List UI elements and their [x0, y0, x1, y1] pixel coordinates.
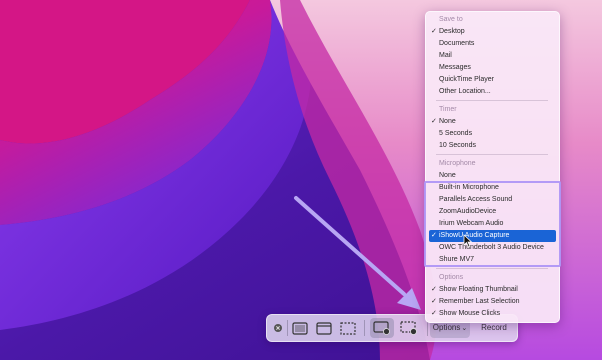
record-selection-button[interactable]: [397, 318, 421, 338]
record-selection-icon: [400, 321, 417, 335]
menu-item-other-location[interactable]: Other Location...: [429, 86, 556, 98]
menu-item-built-in-microphone[interactable]: Built-in Microphone: [429, 182, 556, 194]
close-icon: [274, 324, 282, 332]
record-entire-screen-button[interactable]: [370, 318, 394, 338]
menu-item-label: Built-in Microphone: [439, 184, 499, 191]
checkmark-icon: ✓: [431, 298, 437, 305]
close-button[interactable]: [271, 318, 285, 338]
menu-header-microphone: Microphone: [439, 160, 476, 167]
mouse-cursor-icon: [463, 234, 473, 248]
menu-header-timer: Timer: [439, 106, 457, 113]
checkmark-icon: ✓: [431, 310, 437, 317]
menu-item-documents[interactable]: Documents: [429, 38, 556, 50]
menu-item-label: QuickTime Player: [439, 76, 494, 83]
menu-item-label: Other Location...: [439, 88, 491, 95]
record-screen-icon: [373, 321, 390, 335]
menu-item-owc-thunderbolt-3-audio-device[interactable]: OWC Thunderbolt 3 Audio Device: [429, 242, 556, 254]
capture-entire-screen-button[interactable]: [289, 318, 311, 338]
menu-item-remember-last-selection[interactable]: ✓ Remember Last Selection: [429, 296, 556, 308]
checkmark-icon: ✓: [431, 118, 437, 125]
menu-item-show-mouse-clicks[interactable]: ✓ Show Mouse Clicks: [429, 308, 556, 320]
menu-item-label: Shure MV7: [439, 256, 475, 263]
menu-item-irium-webcam-audio[interactable]: Irium Webcam Audio: [429, 218, 556, 230]
menu-item-quicktime-player[interactable]: QuickTime Player: [429, 74, 556, 86]
screen-icon: [292, 321, 308, 335]
menu-item-label: 10 Seconds: [439, 142, 476, 149]
menu-item-label: OWC Thunderbolt 3 Audio Device: [439, 244, 544, 251]
capture-selection-button[interactable]: [337, 318, 359, 338]
checkmark-icon: ✓: [431, 232, 437, 239]
menu-header-save-to: Save to: [439, 16, 463, 23]
menu-item-mic-none[interactable]: None: [429, 170, 556, 182]
checkmark-icon: ✓: [431, 286, 437, 293]
menu-item-label: Irium Webcam Audio: [439, 220, 504, 227]
menu-item-label: Parallels Access Sound: [439, 196, 513, 203]
menu-item-desktop[interactable]: ✓ Desktop: [429, 26, 556, 38]
checkmark-icon: ✓: [431, 28, 437, 35]
menu-item-timer-none[interactable]: ✓ None: [429, 116, 556, 128]
menu-item-label: Show Floating Thumbnail: [439, 286, 518, 293]
menu-item-10-seconds[interactable]: 10 Seconds: [429, 140, 556, 152]
menu-item-label: iShowU Audio Capture: [439, 232, 510, 239]
options-label: Options: [432, 323, 461, 332]
menu-item-label: 5 Seconds: [439, 130, 473, 137]
window-icon: [316, 321, 332, 335]
menu-item-label: Mail: [439, 52, 452, 59]
menu-header-options: Options: [439, 274, 464, 281]
menu-item-mail[interactable]: Mail: [429, 50, 556, 62]
menu-item-label: None: [439, 118, 456, 125]
menu-item-label: None: [439, 172, 456, 179]
menu-item-label: Show Mouse Clicks: [439, 310, 501, 317]
selection-icon: [340, 321, 356, 335]
menu-divider: [436, 100, 548, 101]
menu-item-shure-mv7[interactable]: Shure MV7: [429, 254, 556, 266]
chevron-down-icon: ⌄: [461, 325, 468, 332]
menu-item-messages[interactable]: Messages: [429, 62, 556, 74]
menu-item-ishowu-audio-capture[interactable]: ✓ iShowU Audio Capture: [429, 230, 556, 242]
capture-window-button[interactable]: [313, 318, 335, 338]
menu-item-5-seconds[interactable]: 5 Seconds: [429, 128, 556, 140]
menu-item-label: Messages: [439, 64, 471, 71]
record-label: Record: [481, 323, 507, 332]
menu-item-parallels-access-sound[interactable]: Parallels Access Sound: [429, 194, 556, 206]
menu-item-label: Desktop: [439, 28, 465, 35]
menu-divider: [436, 154, 548, 155]
options-menu: Save to ✓ Desktop Documents Mail Message…: [425, 11, 560, 323]
menu-item-label: Remember Last Selection: [439, 298, 520, 305]
menu-item-zoomaudiodevice[interactable]: ZoomAudioDevice: [429, 206, 556, 218]
menu-item-label: ZoomAudioDevice: [439, 208, 497, 215]
menu-divider: [436, 268, 548, 269]
menu-item-show-floating-thumbnail[interactable]: ✓ Show Floating Thumbnail: [429, 284, 556, 296]
menu-item-label: Documents: [439, 40, 475, 47]
